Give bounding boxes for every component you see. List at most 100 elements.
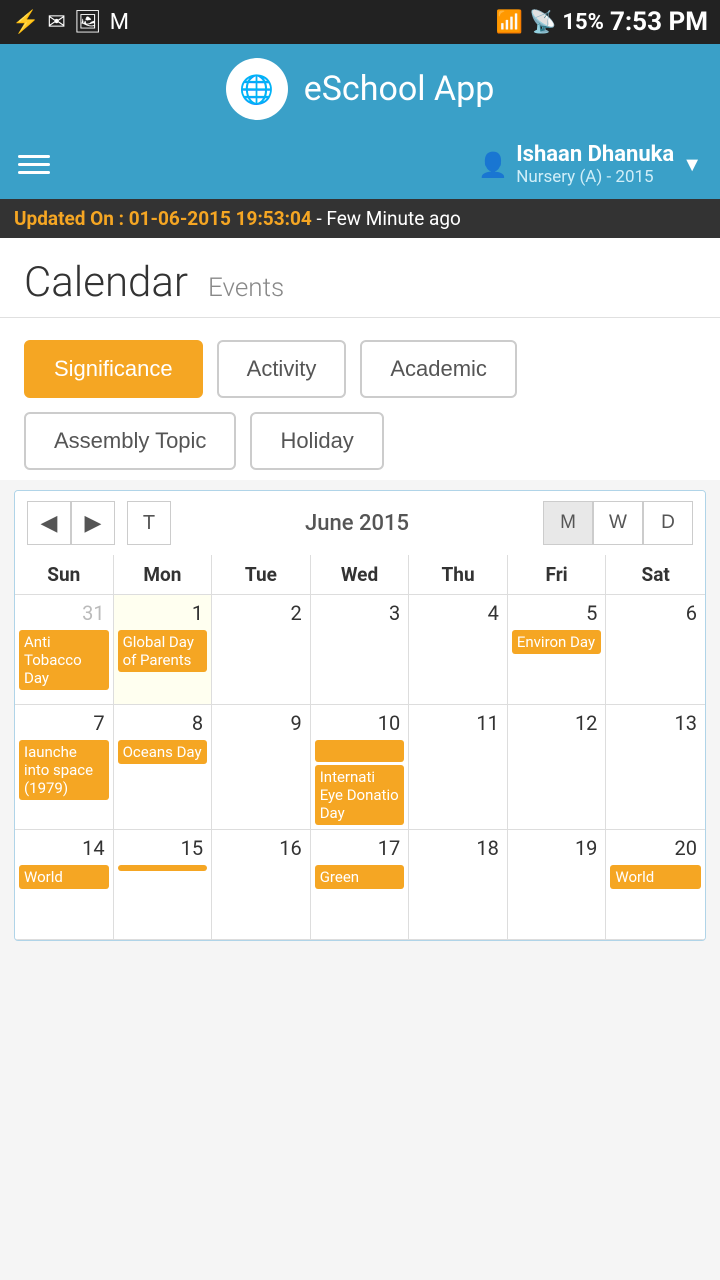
cal-date-6: 6 bbox=[610, 599, 701, 627]
cal-date-7: 7 bbox=[19, 709, 109, 737]
filter-area: Significance Activity Academic Assembly … bbox=[0, 318, 720, 480]
cal-event: World bbox=[19, 865, 109, 889]
update-prefix: Updated On : bbox=[14, 207, 129, 230]
user-class: Nursery (A) - 2015 bbox=[516, 167, 674, 187]
cal-cell-8[interactable]: 8 Oceans Day bbox=[114, 705, 213, 830]
cal-date-13: 13 bbox=[610, 709, 701, 737]
app-bar: 🌐 eSchool App bbox=[0, 44, 720, 134]
day-header-thu: Thu bbox=[409, 555, 508, 595]
cal-cell-2[interactable]: 2 bbox=[212, 595, 311, 705]
cal-cell-5[interactable]: 5 Environ Day bbox=[508, 595, 607, 705]
cal-date-3: 3 bbox=[315, 599, 405, 627]
cal-date-8: 8 bbox=[118, 709, 208, 737]
cal-cell-9[interactable]: 9 bbox=[212, 705, 311, 830]
filter-assembly-topic[interactable]: Assembly Topic bbox=[24, 412, 236, 470]
cal-cell-4[interactable]: 4 bbox=[409, 595, 508, 705]
cal-event: Oceans Day bbox=[118, 740, 208, 764]
cal-cell-31[interactable]: 31 Anti Tobacco Day bbox=[15, 595, 114, 705]
cal-cell-17[interactable]: 17 Green bbox=[311, 830, 410, 940]
dropdown-arrow-icon: ▼ bbox=[682, 152, 702, 177]
calendar-view-buttons: M W D bbox=[543, 501, 693, 545]
status-bar: ⚡ ✉ 🖼 M 📶 📡 15% 7:53 PM bbox=[0, 0, 720, 44]
cal-cell-13[interactable]: 13 bbox=[606, 705, 705, 830]
user-name: Ishaan Dhanuka bbox=[516, 142, 674, 167]
cal-cell-1[interactable]: 1 Global Day of Parents bbox=[114, 595, 213, 705]
app-logo: 🌐 bbox=[226, 58, 288, 120]
day-header-tue: Tue bbox=[212, 555, 311, 595]
filter-activity[interactable]: Activity bbox=[217, 340, 347, 398]
logo-icon: 🌐 bbox=[239, 73, 274, 106]
page-title: Calendar bbox=[24, 258, 188, 307]
cal-date-10: 10 bbox=[315, 709, 405, 737]
calendar-days-header: Sun Mon Tue Wed Thu Fri Sat bbox=[15, 555, 705, 595]
cal-date-20: 20 bbox=[610, 834, 701, 862]
cal-date-9: 9 bbox=[216, 709, 306, 737]
cal-cell-11[interactable]: 11 bbox=[409, 705, 508, 830]
email-icon: ✉ bbox=[47, 10, 65, 35]
cal-cell-20[interactable]: 20 World bbox=[606, 830, 705, 940]
page-subtitle: Events bbox=[208, 273, 284, 303]
cal-cell-10[interactable]: 10 Internati Eye Donatio Day bbox=[311, 705, 410, 830]
hamburger-menu[interactable] bbox=[18, 155, 50, 174]
cal-cell-19[interactable]: 19 bbox=[508, 830, 607, 940]
calendar-header: ◀ ▶ T June 2015 M W D bbox=[15, 491, 705, 555]
cal-cell-3[interactable]: 3 bbox=[311, 595, 410, 705]
next-month-button[interactable]: ▶ bbox=[71, 501, 115, 545]
top-nav: 👤 Ishaan Dhanuka Nursery (A) - 2015 ▼ bbox=[0, 134, 720, 199]
cal-date-17: 17 bbox=[315, 834, 405, 862]
cal-cell-6[interactable]: 6 bbox=[606, 595, 705, 705]
cal-event bbox=[118, 865, 208, 871]
cal-event: World bbox=[610, 865, 701, 889]
cal-date-12: 12 bbox=[512, 709, 602, 737]
cal-date-19: 19 bbox=[512, 834, 602, 862]
cal-event: Environ Day bbox=[512, 630, 602, 654]
cal-event: Internati Eye Donatio Day bbox=[315, 765, 405, 825]
cal-date-16: 16 bbox=[216, 834, 306, 862]
calendar-grid: 31 Anti Tobacco Day 1 Global Day of Pare… bbox=[15, 595, 705, 940]
cal-cell-14[interactable]: 14 World bbox=[15, 830, 114, 940]
cal-date-11: 11 bbox=[413, 709, 503, 737]
battery-text: 15% bbox=[562, 10, 604, 35]
prev-month-button[interactable]: ◀ bbox=[27, 501, 71, 545]
filter-academic[interactable]: Academic bbox=[360, 340, 517, 398]
month-view-button[interactable]: M bbox=[543, 501, 593, 545]
cal-cell-7[interactable]: 7 Iaunche into space (1979) bbox=[15, 705, 114, 830]
filter-holiday[interactable]: Holiday bbox=[250, 412, 383, 470]
update-banner: Updated On : 01-06-2015 19:53:04 - Few M… bbox=[0, 199, 720, 238]
calendar: ◀ ▶ T June 2015 M W D Sun Mon Tue Wed Th… bbox=[14, 490, 706, 941]
cal-cell-18[interactable]: 18 bbox=[409, 830, 508, 940]
cal-date-15: 15 bbox=[118, 834, 208, 862]
cal-cell-15[interactable]: 15 bbox=[114, 830, 213, 940]
cal-date-14: 14 bbox=[19, 834, 109, 862]
gmail-icon: M bbox=[110, 10, 129, 35]
calendar-month-title: June 2015 bbox=[305, 511, 409, 536]
cal-event: Green bbox=[315, 865, 405, 889]
cal-date-1: 1 bbox=[118, 599, 208, 627]
cal-cell-12[interactable]: 12 bbox=[508, 705, 607, 830]
update-suffix: - Few Minute ago bbox=[312, 207, 461, 230]
user-info[interactable]: 👤 Ishaan Dhanuka Nursery (A) - 2015 ▼ bbox=[478, 142, 702, 187]
day-header-sun: Sun bbox=[15, 555, 114, 595]
signal-icon: 📡 bbox=[529, 10, 556, 35]
calendar-nav: ◀ ▶ bbox=[27, 501, 115, 545]
cal-date-4: 4 bbox=[413, 599, 503, 627]
usb-icon: ⚡ bbox=[12, 10, 39, 35]
page-header: Calendar Events bbox=[0, 238, 720, 318]
week-view-button[interactable]: W bbox=[593, 501, 643, 545]
cal-date-31: 31 bbox=[19, 599, 109, 627]
cal-event: Anti Tobacco Day bbox=[19, 630, 109, 690]
cal-cell-16[interactable]: 16 bbox=[212, 830, 311, 940]
filter-significance[interactable]: Significance bbox=[24, 340, 203, 398]
calendar-container: ◀ ▶ T June 2015 M W D Sun Mon Tue Wed Th… bbox=[0, 480, 720, 951]
today-button[interactable]: T bbox=[127, 501, 171, 545]
day-header-sat: Sat bbox=[606, 555, 705, 595]
image-icon: 🖼 bbox=[74, 10, 102, 35]
day-view-button[interactable]: D bbox=[643, 501, 693, 545]
cal-event-blank bbox=[315, 740, 405, 762]
user-avatar-icon: 👤 bbox=[478, 151, 508, 179]
status-icons-right: 📶 📡 15% 7:53 PM bbox=[496, 7, 708, 37]
app-title: eSchool App bbox=[304, 69, 495, 109]
status-icons-left: ⚡ ✉ 🖼 M bbox=[12, 10, 129, 35]
update-datetime: 01-06-2015 19:53:04 bbox=[129, 207, 312, 230]
wifi-icon: 📶 bbox=[496, 10, 523, 35]
